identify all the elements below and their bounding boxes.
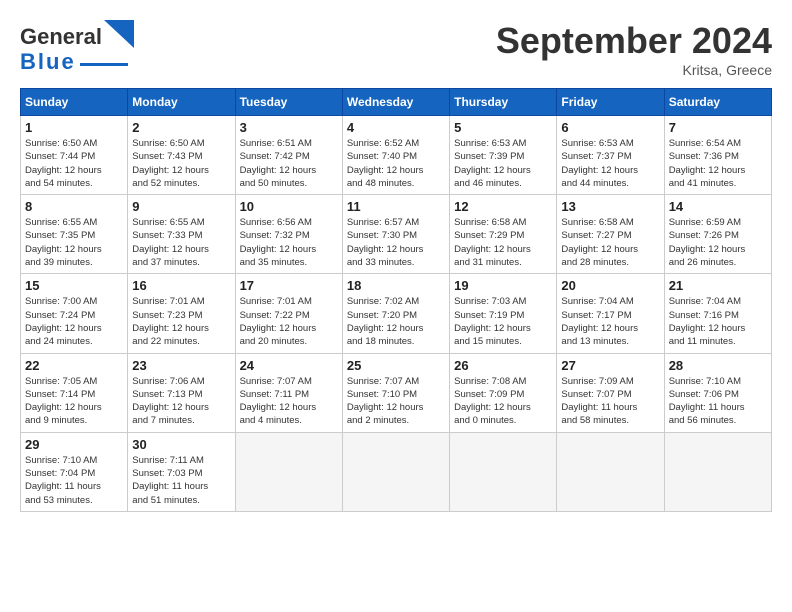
calendar-day-9: 9Sunrise: 6:55 AMSunset: 7:33 PMDaylight… (128, 195, 235, 274)
calendar-day-11: 11Sunrise: 6:57 AMSunset: 7:30 PMDayligh… (342, 195, 449, 274)
calendar-day-3: 3Sunrise: 6:51 AMSunset: 7:42 PMDaylight… (235, 116, 342, 195)
calendar-day-18: 18Sunrise: 7:02 AMSunset: 7:20 PMDayligh… (342, 274, 449, 353)
calendar-day-7: 7Sunrise: 6:54 AMSunset: 7:36 PMDaylight… (664, 116, 771, 195)
weekday-header-saturday: Saturday (664, 89, 771, 116)
calendar-week-1: 8Sunrise: 6:55 AMSunset: 7:35 PMDaylight… (21, 195, 772, 274)
calendar-empty (342, 432, 449, 511)
calendar-day-14: 14Sunrise: 6:59 AMSunset: 7:26 PMDayligh… (664, 195, 771, 274)
calendar-day-22: 22Sunrise: 7:05 AMSunset: 7:14 PMDayligh… (21, 353, 128, 432)
calendar-day-30: 30Sunrise: 7:11 AMSunset: 7:03 PMDayligh… (128, 432, 235, 511)
weekday-header-monday: Monday (128, 89, 235, 116)
calendar-empty (235, 432, 342, 511)
calendar-day-20: 20Sunrise: 7:04 AMSunset: 7:17 PMDayligh… (557, 274, 664, 353)
calendar-empty (557, 432, 664, 511)
logo-general: General (20, 24, 102, 50)
calendar-day-8: 8Sunrise: 6:55 AMSunset: 7:35 PMDaylight… (21, 195, 128, 274)
calendar-day-10: 10Sunrise: 6:56 AMSunset: 7:32 PMDayligh… (235, 195, 342, 274)
weekday-header-wednesday: Wednesday (342, 89, 449, 116)
calendar-day-27: 27Sunrise: 7:09 AMSunset: 7:07 PMDayligh… (557, 353, 664, 432)
calendar-day-23: 23Sunrise: 7:06 AMSunset: 7:13 PMDayligh… (128, 353, 235, 432)
calendar-day-2: 2Sunrise: 6:50 AMSunset: 7:43 PMDaylight… (128, 116, 235, 195)
calendar-day-4: 4Sunrise: 6:52 AMSunset: 7:40 PMDaylight… (342, 116, 449, 195)
calendar-empty (664, 432, 771, 511)
weekday-header-tuesday: Tuesday (235, 89, 342, 116)
calendar-day-6: 6Sunrise: 6:53 AMSunset: 7:37 PMDaylight… (557, 116, 664, 195)
calendar-day-29: 29Sunrise: 7:10 AMSunset: 7:04 PMDayligh… (21, 432, 128, 511)
logo-arrow-icon (104, 20, 134, 48)
location: Kritsa, Greece (496, 62, 772, 78)
calendar-day-19: 19Sunrise: 7:03 AMSunset: 7:19 PMDayligh… (450, 274, 557, 353)
calendar-day-21: 21Sunrise: 7:04 AMSunset: 7:16 PMDayligh… (664, 274, 771, 353)
calendar-table: SundayMondayTuesdayWednesdayThursdayFrid… (20, 88, 772, 512)
weekday-header-thursday: Thursday (450, 89, 557, 116)
calendar-day-12: 12Sunrise: 6:58 AMSunset: 7:29 PMDayligh… (450, 195, 557, 274)
calendar-week-3: 22Sunrise: 7:05 AMSunset: 7:14 PMDayligh… (21, 353, 772, 432)
calendar-day-16: 16Sunrise: 7:01 AMSunset: 7:23 PMDayligh… (128, 274, 235, 353)
month-title: September 2024 (496, 20, 772, 62)
calendar-day-1: 1Sunrise: 6:50 AMSunset: 7:44 PMDaylight… (21, 116, 128, 195)
weekday-header-sunday: Sunday (21, 89, 128, 116)
calendar-day-5: 5Sunrise: 6:53 AMSunset: 7:39 PMDaylight… (450, 116, 557, 195)
logo-underline (80, 63, 128, 66)
calendar-week-0: 1Sunrise: 6:50 AMSunset: 7:44 PMDaylight… (21, 116, 772, 195)
weekday-header-row: SundayMondayTuesdayWednesdayThursdayFrid… (21, 89, 772, 116)
page-header: General Blue September 2024 Kritsa, Gree… (20, 20, 772, 78)
logo: General Blue (20, 20, 134, 75)
calendar-week-2: 15Sunrise: 7:00 AMSunset: 7:24 PMDayligh… (21, 274, 772, 353)
calendar-day-25: 25Sunrise: 7:07 AMSunset: 7:10 PMDayligh… (342, 353, 449, 432)
title-section: September 2024 Kritsa, Greece (496, 20, 772, 78)
calendar-day-17: 17Sunrise: 7:01 AMSunset: 7:22 PMDayligh… (235, 274, 342, 353)
weekday-header-friday: Friday (557, 89, 664, 116)
logo-blue: Blue (20, 49, 76, 75)
calendar-day-26: 26Sunrise: 7:08 AMSunset: 7:09 PMDayligh… (450, 353, 557, 432)
calendar-day-15: 15Sunrise: 7:00 AMSunset: 7:24 PMDayligh… (21, 274, 128, 353)
calendar-empty (450, 432, 557, 511)
calendar-day-28: 28Sunrise: 7:10 AMSunset: 7:06 PMDayligh… (664, 353, 771, 432)
calendar-day-13: 13Sunrise: 6:58 AMSunset: 7:27 PMDayligh… (557, 195, 664, 274)
calendar-week-4: 29Sunrise: 7:10 AMSunset: 7:04 PMDayligh… (21, 432, 772, 511)
calendar-day-24: 24Sunrise: 7:07 AMSunset: 7:11 PMDayligh… (235, 353, 342, 432)
